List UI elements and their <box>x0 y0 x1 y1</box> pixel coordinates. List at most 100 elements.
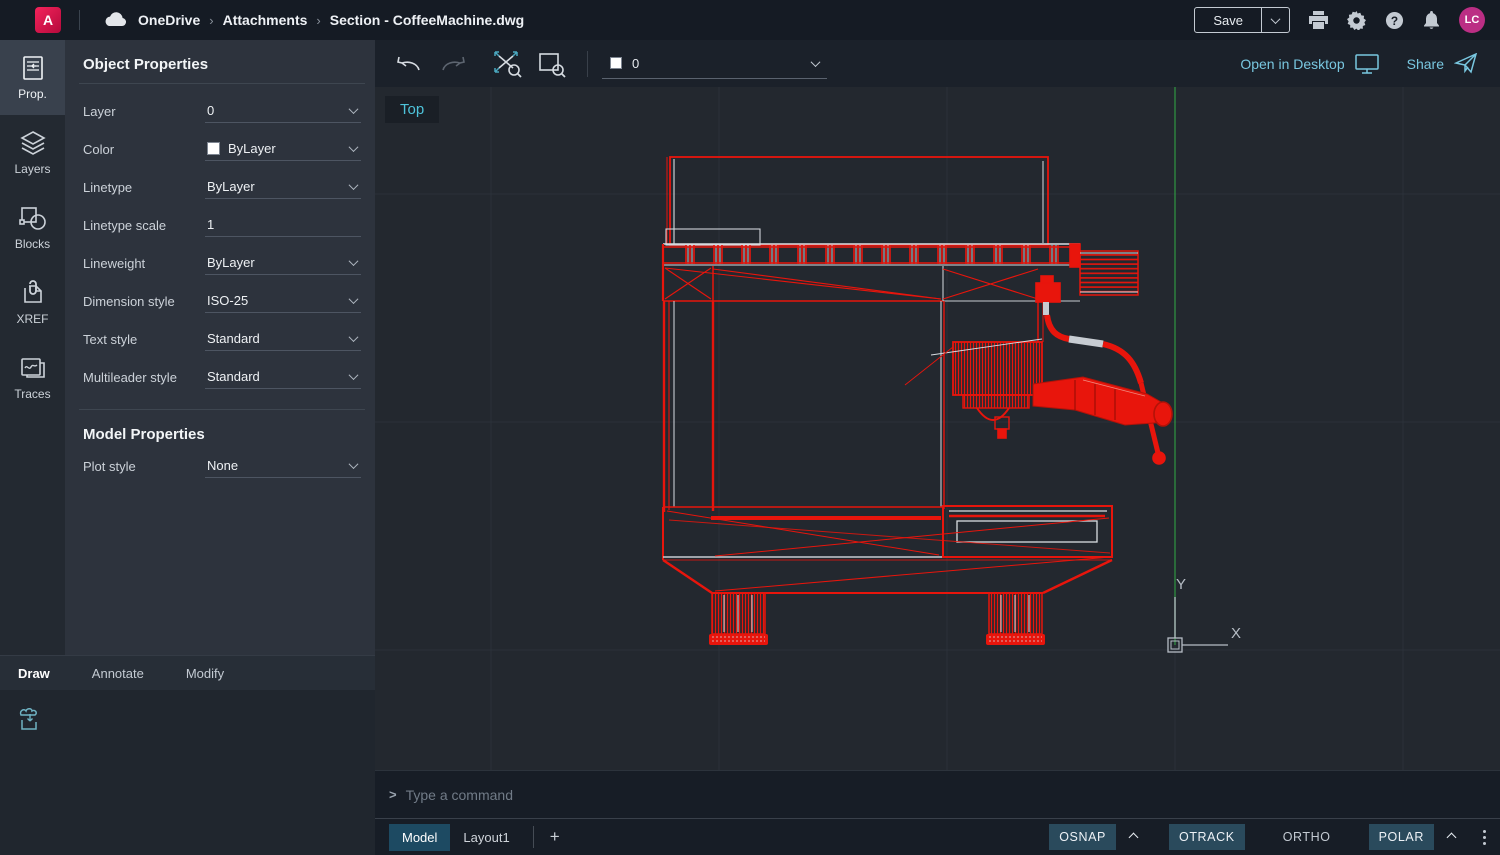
dimension-style-dropdown[interactable]: ISO-25 <box>205 293 361 313</box>
blocks-icon <box>19 205 47 231</box>
dropdown-value: ByLayer <box>207 179 342 194</box>
zoom-extents-button[interactable] <box>493 50 523 78</box>
rail-item-label: Prop. <box>18 87 47 101</box>
osnap-menu-chevron-up-icon[interactable] <box>1126 834 1141 841</box>
chevron-down-icon <box>1271 14 1281 24</box>
breadcrumb-attachments[interactable]: Attachments <box>223 12 308 28</box>
help-icon[interactable]: ? <box>1385 11 1404 30</box>
share-label: Share <box>1407 56 1444 72</box>
drawing-stage: 0 Open in Desktop Share <box>375 40 1500 855</box>
command-input-placeholder: Type a command <box>406 787 513 803</box>
breadcrumb-separator: › <box>209 13 213 28</box>
tab-annotate[interactable]: Annotate <box>92 666 144 681</box>
breadcrumb-separator: › <box>316 13 320 28</box>
properties-icon <box>20 55 46 81</box>
add-layout-button[interactable]: + <box>544 827 566 847</box>
notifications-bell-icon[interactable] <box>1423 11 1440 30</box>
view-cube-badge[interactable]: Top <box>385 96 439 123</box>
share-button[interactable]: Share <box>1407 53 1478 74</box>
chevron-down-icon <box>349 370 359 380</box>
multileader-style-dropdown[interactable]: Standard <box>205 369 361 389</box>
property-row-text-style: Text style Standard <box>83 326 361 351</box>
tab-draw[interactable]: Draw <box>18 666 50 681</box>
layer-selector[interactable]: 0 <box>602 49 827 79</box>
ribbon-tool-area <box>0 690 375 855</box>
ucs-x-label: X <box>1231 625 1241 642</box>
open-in-desktop-label: Open in Desktop <box>1240 56 1344 72</box>
command-line[interactable]: > Type a command <box>375 770 1500 818</box>
property-label: Color <box>83 142 205 161</box>
chevron-down-icon <box>349 142 359 152</box>
dropdown-value: ByLayer <box>207 255 342 270</box>
command-prompt-icon: > <box>389 787 397 802</box>
rail-item-label: Layers <box>14 162 50 176</box>
tab-model[interactable]: Model <box>389 824 450 851</box>
rail-item-label: XREF <box>16 312 48 326</box>
breadcrumb: OneDrive › Attachments › Section - Coffe… <box>138 12 524 28</box>
color-dropdown[interactable]: ByLayer <box>205 141 361 161</box>
save-split-button: Save <box>1194 7 1290 33</box>
rail-item-label: Blocks <box>15 237 50 251</box>
ortho-toggle[interactable]: ORTHO <box>1273 824 1341 850</box>
property-label: Multileader style <box>83 370 205 389</box>
rail-item-layers[interactable]: Layers <box>0 115 65 190</box>
layout-tab-bar: Model Layout1 + OSNAP OTRACK ORTHO POLAR <box>375 818 1500 855</box>
chevron-down-icon <box>349 256 359 266</box>
save-button[interactable]: Save <box>1195 8 1261 32</box>
property-row-color: Color ByLayer <box>83 136 361 161</box>
property-label: Linetype <box>83 180 205 199</box>
open-in-desktop-button[interactable]: Open in Desktop <box>1240 54 1378 74</box>
properties-panel: Object Properties Layer 0 Color By <box>65 40 375 655</box>
autocad-web-app: A OneDrive › Attachments › Section - Cof… <box>0 0 1500 855</box>
settings-gear-icon[interactable] <box>1347 11 1366 30</box>
dropdown-value: ByLayer <box>228 141 342 156</box>
autocad-logo[interactable]: A <box>35 7 61 33</box>
user-avatar[interactable]: LC <box>1459 7 1485 33</box>
tool-rail: Prop. Layers Blocks XREF <box>0 40 65 655</box>
coffee-machine-section-drawing: Y X <box>375 87 1500 770</box>
osnap-toggle[interactable]: OSNAP <box>1049 824 1116 850</box>
tab-layout1[interactable]: Layout1 <box>450 824 522 851</box>
input-value: 1 <box>207 217 359 232</box>
breadcrumb-onedrive[interactable]: OneDrive <box>138 12 200 28</box>
property-label: Linetype scale <box>83 218 205 237</box>
polar-toggle[interactable]: POLAR <box>1369 824 1434 850</box>
dropdown-value: None <box>207 458 342 473</box>
undo-button[interactable] <box>395 55 421 73</box>
property-row-linetype: Linetype ByLayer <box>83 174 361 199</box>
property-row-dimension-style: Dimension style ISO-25 <box>83 288 361 313</box>
rail-item-blocks[interactable]: Blocks <box>0 190 65 265</box>
overflow-menu-icon[interactable] <box>1483 830 1486 845</box>
layer-dropdown[interactable]: 0 <box>205 103 361 123</box>
polar-menu-chevron-up-icon[interactable] <box>1444 834 1459 841</box>
insert-block-cloud-icon[interactable] <box>16 706 46 736</box>
rail-item-traces[interactable]: Traces <box>0 340 65 415</box>
layer-color-swatch <box>610 57 622 69</box>
property-row-multileader-style: Multileader style Standard <box>83 364 361 389</box>
ucs-y-label: Y <box>1176 576 1186 593</box>
desktop-monitor-icon <box>1355 54 1379 74</box>
lineweight-dropdown[interactable]: ByLayer <box>205 255 361 275</box>
plot-style-dropdown[interactable]: None <box>205 458 361 478</box>
chevron-down-icon <box>349 332 359 342</box>
svg-text:?: ? <box>1391 13 1398 27</box>
onedrive-cloud-icon <box>102 11 128 29</box>
send-paper-plane-icon <box>1454 53 1478 74</box>
save-dropdown-button[interactable] <box>1261 8 1289 32</box>
drawing-canvas[interactable]: Y X Top <box>375 87 1500 770</box>
tab-modify[interactable]: Modify <box>186 666 224 681</box>
rail-item-xref[interactable]: XREF <box>0 265 65 340</box>
rail-item-properties[interactable]: Prop. <box>0 40 65 115</box>
redo-button[interactable] <box>441 55 467 73</box>
linetype-scale-input[interactable]: 1 <box>205 217 361 237</box>
property-label: Text style <box>83 332 205 351</box>
dropdown-value: Standard <box>207 331 342 346</box>
toolbar-divider <box>587 51 588 77</box>
breadcrumb-filename: Section - CoffeeMachine.dwg <box>330 12 524 28</box>
otrack-toggle[interactable]: OTRACK <box>1169 824 1245 850</box>
text-style-dropdown[interactable]: Standard <box>205 331 361 351</box>
property-label: Lineweight <box>83 256 205 275</box>
print-icon[interactable] <box>1309 11 1328 29</box>
zoom-window-button[interactable] <box>537 50 567 78</box>
linetype-dropdown[interactable]: ByLayer <box>205 179 361 199</box>
